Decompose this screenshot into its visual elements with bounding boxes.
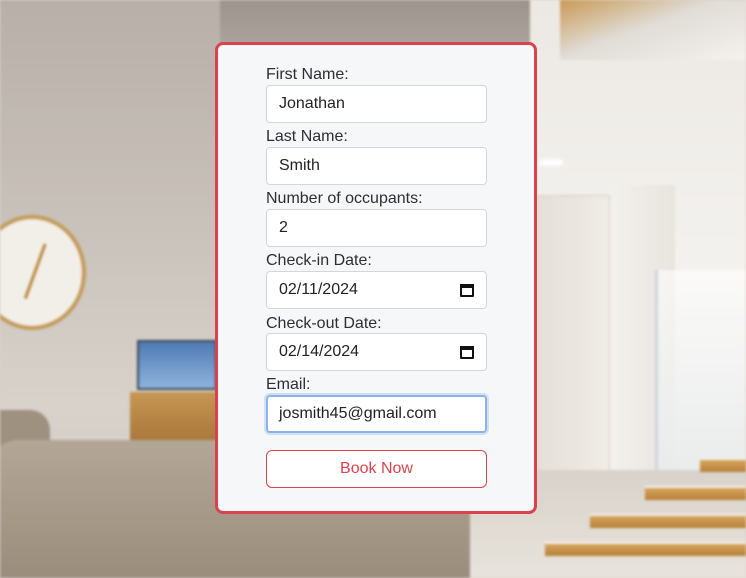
check-in-date-input[interactable]: 02/11/2024 xyxy=(266,271,487,309)
wooden-shelf xyxy=(130,392,220,442)
email-input[interactable]: josmith45@gmail.com xyxy=(266,395,487,433)
last-name-value: Smith xyxy=(279,157,320,174)
first-name-value: Jonathan xyxy=(279,95,345,112)
stair-step xyxy=(645,486,746,500)
check-in-label: Check-in Date: xyxy=(266,252,372,269)
occupants-input[interactable]: 2 xyxy=(266,209,487,247)
cabinet xyxy=(535,195,610,505)
email-label: Email: xyxy=(266,376,311,393)
last-name-input[interactable]: Smith xyxy=(266,147,487,185)
check-out-date-input[interactable]: 02/14/2024 xyxy=(266,333,487,371)
stair-step xyxy=(590,514,746,528)
stair-step xyxy=(545,542,746,556)
first-name-label: First Name: xyxy=(266,66,349,83)
email-value: josmith45@gmail.com xyxy=(279,405,437,422)
television xyxy=(137,340,217,390)
occupants-value: 2 xyxy=(279,219,288,236)
last-name-label: Last Name: xyxy=(266,128,348,145)
booking-form: First Name: Jonathan Last Name: Smith Nu… xyxy=(215,42,537,514)
calendar-icon[interactable] xyxy=(460,283,474,297)
occupants-label: Number of occupants: xyxy=(266,190,423,207)
check-out-label: Check-out Date: xyxy=(266,315,382,332)
calendar-icon[interactable] xyxy=(460,345,474,359)
book-now-button[interactable]: Book Now xyxy=(266,450,487,488)
check-out-value: 02/14/2024 xyxy=(279,343,360,360)
first-name-input[interactable]: Jonathan xyxy=(266,85,487,123)
check-in-value: 02/11/2024 xyxy=(279,281,358,298)
upper-staircase xyxy=(560,0,746,60)
ceiling-light xyxy=(540,160,562,165)
stair-step xyxy=(700,458,746,472)
